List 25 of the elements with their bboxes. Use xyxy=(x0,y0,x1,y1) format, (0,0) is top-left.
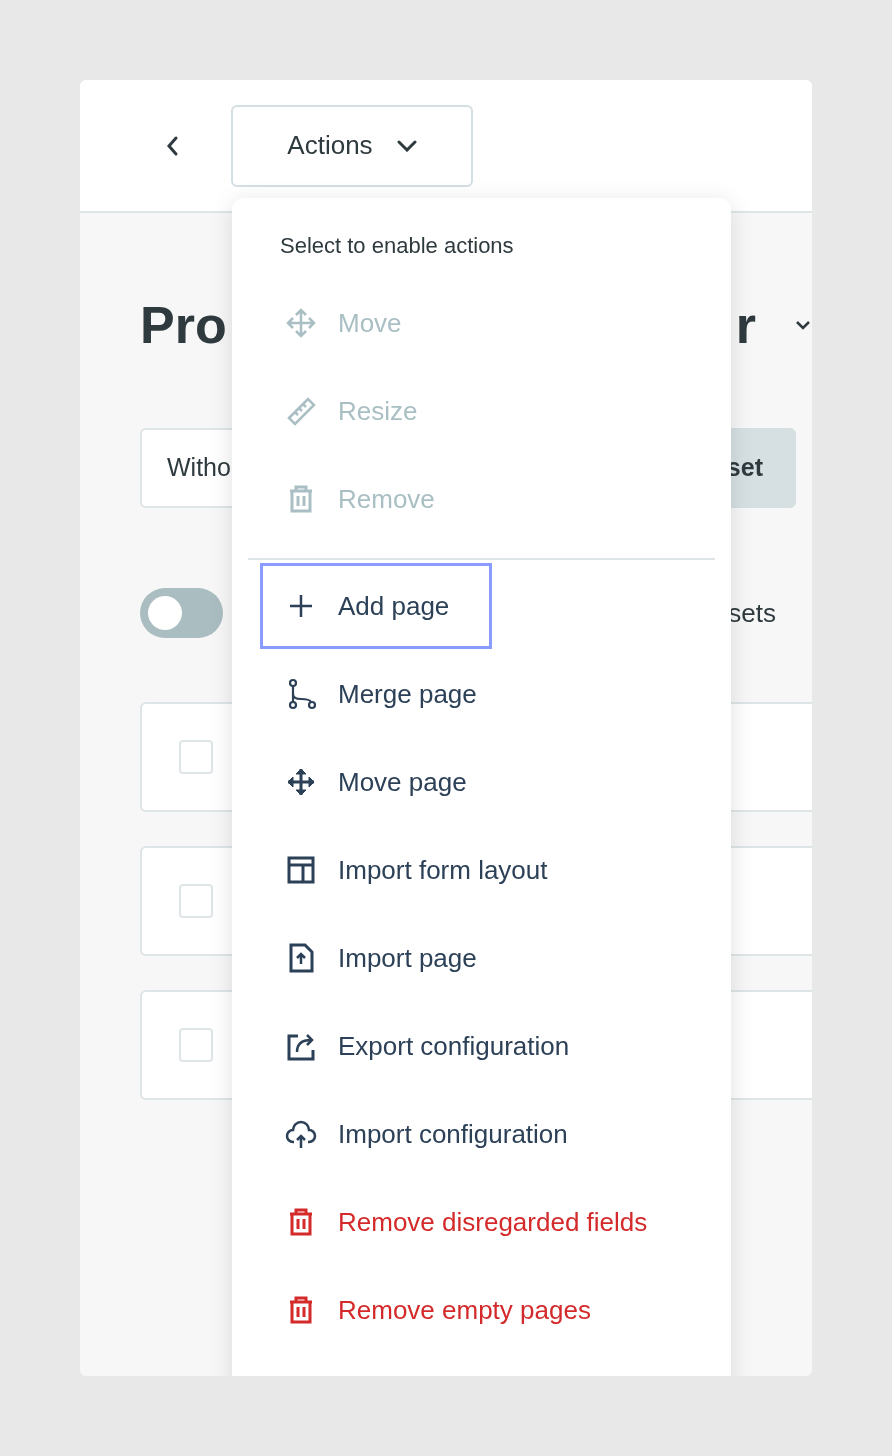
menu-item[interactable]: Move page xyxy=(260,739,510,825)
actions-button[interactable]: Actions xyxy=(231,104,473,187)
menu-header: Select to enable actions xyxy=(280,232,514,260)
toggle-switch[interactable] xyxy=(140,588,223,638)
menu-item[interactable]: Import page xyxy=(260,915,520,1001)
menu-item[interactable]: Add page xyxy=(260,563,493,649)
move-icon xyxy=(285,307,317,339)
menu-item[interactable]: Export configuration xyxy=(260,1003,613,1089)
menu-item[interactable]: Remove empty pages xyxy=(260,1267,634,1353)
toggle-label: sets xyxy=(728,596,776,630)
move-icon xyxy=(285,766,317,798)
checkbox[interactable] xyxy=(179,1028,213,1062)
menu-item[interactable]: Remove disregarded fields xyxy=(260,1179,691,1265)
page-heading: Pro xyxy=(140,295,227,356)
chevron-left-icon xyxy=(165,134,179,157)
checkbox[interactable] xyxy=(179,740,213,774)
cloud-upload-icon xyxy=(285,1118,317,1150)
layout-icon xyxy=(285,854,317,886)
page-heading: r xyxy=(735,295,756,356)
ruler-icon xyxy=(285,395,317,427)
menu-item[interactable]: Merge page xyxy=(260,651,520,737)
menu-item[interactable]: Import configuration xyxy=(260,1091,611,1177)
menu-item[interactable]: Import form layout xyxy=(260,827,591,913)
chevron-down-icon xyxy=(796,320,810,330)
checkbox[interactable] xyxy=(179,884,213,918)
